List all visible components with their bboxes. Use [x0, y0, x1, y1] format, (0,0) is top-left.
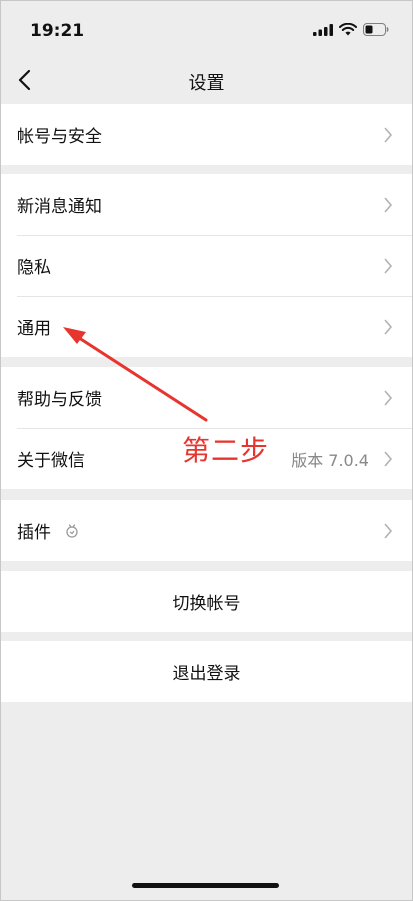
row-notifications[interactable]: 新消息通知 [0, 174, 413, 235]
row-label: 帮助与反馈 [17, 390, 102, 410]
nav-bar: 设置 [0, 58, 413, 104]
chevron-right-icon [384, 257, 393, 274]
row-account-security[interactable]: 帐号与安全 [0, 104, 413, 165]
plugin-icon [66, 523, 78, 538]
group-switch-account: 切换帐号 [0, 571, 413, 632]
row-label: 关于微信 [17, 451, 85, 471]
switch-account-button[interactable]: 切换帐号 [0, 571, 413, 632]
button-label: 退出登录 [172, 664, 241, 684]
row-general[interactable]: 通用 [0, 296, 413, 357]
row-plugins[interactable]: 插件 [0, 500, 413, 561]
row-privacy[interactable]: 隐私 [0, 235, 413, 296]
row-label: 插件 [17, 523, 51, 543]
group-about: 帮助与反馈 关于微信 版本 7.0.4 [0, 367, 413, 489]
group-messages: 新消息通知 隐私 通用 [0, 174, 413, 357]
group-logout: 退出登录 [0, 641, 413, 702]
battery-icon [363, 23, 389, 36]
chevron-right-icon [384, 389, 393, 406]
row-help-feedback[interactable]: 帮助与反馈 [0, 367, 413, 428]
status-time: 19:21 [30, 21, 85, 41]
wifi-icon [339, 23, 357, 36]
group-plugins: 插件 [0, 500, 413, 561]
home-indicator [132, 883, 279, 888]
logout-button[interactable]: 退出登录 [0, 641, 413, 702]
status-icons [313, 23, 389, 36]
row-label: 通用 [17, 319, 51, 339]
chevron-right-icon [384, 522, 393, 539]
signal-icon [313, 23, 333, 36]
chevron-right-icon [384, 450, 393, 467]
chevron-right-icon [384, 126, 393, 143]
row-label: 帐号与安全 [17, 127, 102, 147]
group-account: 帐号与安全 [0, 104, 413, 165]
chevron-right-icon [384, 318, 393, 335]
version-label: 版本 7.0.4 [291, 450, 369, 470]
page-title: 设置 [188, 73, 225, 94]
row-label: 新消息通知 [17, 197, 102, 217]
annotation-step-text: 第二步 [182, 434, 270, 467]
status-bar: 19:21 [0, 0, 413, 58]
button-label: 切换帐号 [172, 594, 241, 614]
row-label: 隐私 [17, 258, 51, 278]
chevron-right-icon [384, 196, 393, 213]
